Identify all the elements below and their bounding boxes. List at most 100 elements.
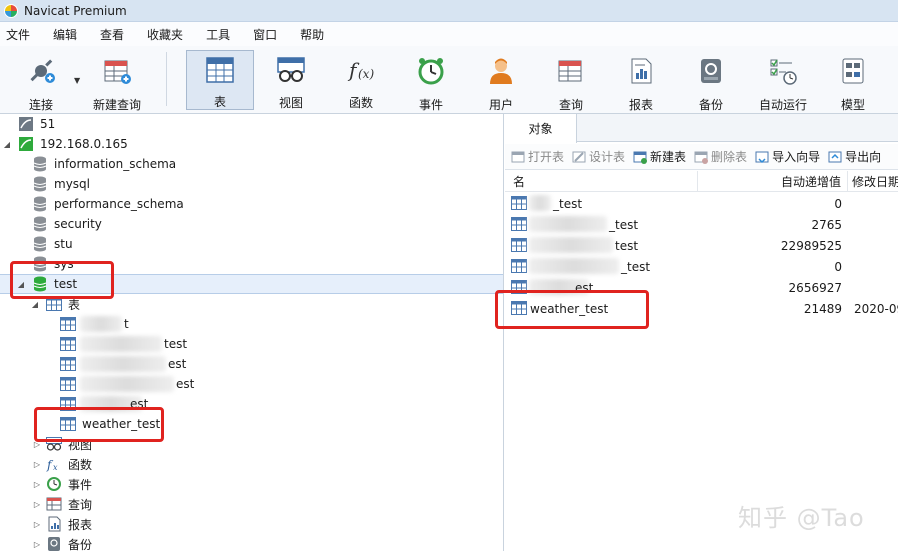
table-icon bbox=[511, 237, 527, 253]
menu-file[interactable]: 文件 bbox=[0, 26, 43, 43]
tree-label: 函数 bbox=[68, 457, 93, 472]
connect-button[interactable]: 连接 bbox=[8, 50, 74, 112]
report-icon bbox=[626, 56, 656, 86]
tree-database[interactable]: information_schema bbox=[0, 154, 503, 174]
export-icon bbox=[828, 151, 842, 162]
tab-objects[interactable]: 对象 bbox=[505, 114, 577, 143]
tree-label: performance_schema bbox=[54, 197, 184, 211]
expand-triangle-icon[interactable]: ▷ bbox=[32, 540, 42, 549]
tree-database[interactable]: mysql bbox=[0, 174, 503, 194]
row-autoinc: 0 bbox=[834, 259, 842, 274]
main-toolbar: 连接 ▼ 新建查询 表 视图 f (x) 函数 事件 用户 查询 报表 备份 自… bbox=[0, 46, 898, 114]
table-row[interactable]: _test 0 bbox=[505, 193, 898, 214]
model-button[interactable]: 模型 bbox=[826, 50, 880, 112]
clock-icon bbox=[46, 476, 62, 492]
tree-folder-functions[interactable]: ▷ fx 函数 bbox=[0, 454, 503, 474]
toolbar-divider bbox=[166, 52, 167, 106]
table-row[interactable]: test 22989525 bbox=[505, 235, 898, 256]
redacted-name bbox=[80, 336, 162, 352]
function-button[interactable]: f (x) 函数 bbox=[332, 50, 390, 110]
tree-label: 192.168.0.165 bbox=[40, 137, 128, 151]
new-query-button[interactable]: 新建查询 bbox=[86, 50, 148, 112]
redacted-name bbox=[529, 216, 607, 232]
tree-folder-reports[interactable]: ▷ 报表 bbox=[0, 514, 503, 534]
tree-table[interactable]: est bbox=[0, 374, 503, 394]
delete-table-button[interactable]: 删除表 bbox=[694, 148, 747, 165]
tree-table[interactable]: t bbox=[0, 314, 503, 334]
tree-folder-events[interactable]: ▷ 事件 bbox=[0, 474, 503, 494]
report-button[interactable]: 报表 bbox=[612, 50, 670, 112]
tree-label: t bbox=[124, 317, 129, 331]
highlight-box-weather-row bbox=[495, 290, 649, 329]
automation-icon bbox=[768, 56, 798, 86]
tree-database[interactable]: security bbox=[0, 214, 503, 234]
table-row[interactable]: _test 0 bbox=[505, 256, 898, 277]
tree-database[interactable]: performance_schema bbox=[0, 194, 503, 214]
export-wizard-button[interactable]: 导出向 bbox=[828, 148, 881, 165]
view-button[interactable]: 视图 bbox=[262, 50, 320, 110]
tree-connection-51[interactable]: 51 bbox=[0, 114, 503, 134]
tree-table[interactable]: test bbox=[0, 334, 503, 354]
expand-triangle-icon[interactable]: ▷ bbox=[32, 480, 42, 489]
new-query-label: 新建查询 bbox=[92, 98, 141, 112]
event-button[interactable]: 事件 bbox=[402, 50, 460, 112]
report-label: 报表 bbox=[628, 98, 653, 112]
row-name: _test bbox=[609, 217, 639, 232]
database-icon bbox=[32, 236, 48, 252]
tree-label: mysql bbox=[54, 177, 90, 191]
backup-icon bbox=[46, 536, 62, 551]
tree-table[interactable]: est bbox=[0, 354, 503, 374]
new-table-button[interactable]: 新建表 bbox=[633, 148, 686, 165]
table-row[interactable]: _test 2765 bbox=[505, 214, 898, 235]
table-icon bbox=[511, 258, 527, 274]
row-name: _test bbox=[621, 259, 651, 274]
menu-bar: 文件 编辑 查看 收藏夹 工具 窗口 帮助 bbox=[0, 22, 898, 46]
view-icon bbox=[276, 56, 306, 84]
open-table-button[interactable]: 打开表 bbox=[511, 148, 564, 165]
collapse-triangle-icon[interactable]: ◢ bbox=[30, 300, 40, 309]
new-table-label: 新建表 bbox=[650, 150, 687, 164]
row-autoinc: 0 bbox=[834, 196, 842, 211]
tree-label: est bbox=[176, 377, 195, 391]
tree-folder-backups[interactable]: ▷ 备份 bbox=[0, 534, 503, 551]
redacted-name bbox=[529, 195, 551, 211]
column-name-header[interactable]: 名 bbox=[505, 171, 698, 192]
column-autoinc-header[interactable]: 自动递增值 bbox=[698, 171, 848, 192]
database-icon bbox=[32, 176, 48, 192]
automation-label: 自动运行 bbox=[758, 98, 807, 112]
menu-tools[interactable]: 工具 bbox=[200, 26, 243, 43]
expand-triangle-icon[interactable]: ▷ bbox=[32, 460, 42, 469]
chevron-down-icon[interactable]: ▼ bbox=[74, 76, 80, 85]
query-label: 查询 bbox=[558, 98, 583, 112]
menu-favorites[interactable]: 收藏夹 bbox=[141, 26, 196, 43]
column-modified-header[interactable]: 修改日期 bbox=[848, 171, 898, 192]
menu-window[interactable]: 窗口 bbox=[247, 26, 290, 43]
automation-button[interactable]: 自动运行 bbox=[752, 50, 814, 112]
table-button[interactable]: 表 bbox=[186, 50, 254, 110]
expand-triangle-icon[interactable]: ▷ bbox=[32, 500, 42, 509]
collapse-triangle-icon[interactable]: ◢ bbox=[2, 140, 12, 149]
import-wizard-button[interactable]: 导入向导 bbox=[755, 148, 820, 165]
design-table-icon bbox=[572, 151, 586, 162]
design-table-button[interactable]: 设计表 bbox=[572, 148, 625, 165]
menu-help[interactable]: 帮助 bbox=[294, 26, 337, 43]
menu-edit[interactable]: 编辑 bbox=[47, 26, 90, 43]
database-icon bbox=[32, 196, 48, 212]
tree-folder-queries[interactable]: ▷ 查询 bbox=[0, 494, 503, 514]
query-button[interactable]: 查询 bbox=[542, 50, 600, 112]
expand-triangle-icon[interactable]: ▷ bbox=[32, 520, 42, 529]
model-icon bbox=[838, 56, 868, 86]
table-icon bbox=[60, 356, 76, 372]
user-label: 用户 bbox=[488, 98, 513, 112]
row-modified: 2020-09 bbox=[854, 301, 898, 316]
backup-button[interactable]: 备份 bbox=[682, 50, 740, 112]
design-table-label: 设计表 bbox=[589, 150, 626, 164]
tree-connection-ip[interactable]: ◢ 192.168.0.165 bbox=[0, 134, 503, 154]
user-button[interactable]: 用户 bbox=[472, 50, 530, 112]
tree-label: 51 bbox=[40, 117, 56, 131]
tree-label: est bbox=[168, 357, 187, 371]
tree-database[interactable]: stu bbox=[0, 234, 503, 254]
menu-view[interactable]: 查看 bbox=[94, 26, 137, 43]
backup-label: 备份 bbox=[698, 98, 723, 112]
backup-icon bbox=[696, 56, 726, 86]
